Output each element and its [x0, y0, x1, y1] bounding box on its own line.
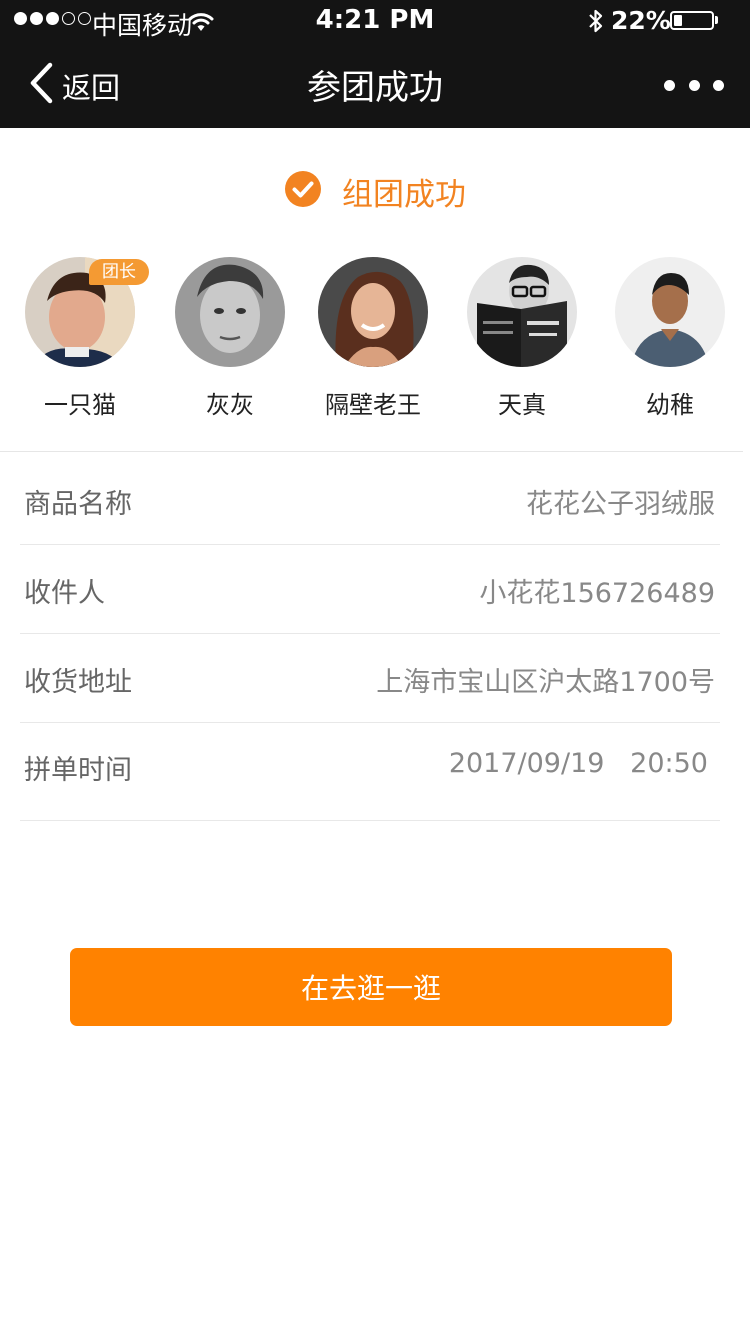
detail-row-product: 商品名称 花花公子羽绒服 [20, 456, 720, 545]
detail-label: 商品名称 [24, 489, 132, 520]
member-name: 幼稚 [646, 391, 694, 419]
detail-row-address: 收货地址 上海市宝山区沪太路1700号 [20, 634, 720, 723]
leader-badge: 团长 [89, 259, 149, 285]
more-dot [664, 79, 675, 91]
member-name: 天真 [498, 391, 546, 419]
detail-value: 小花花156726489 [479, 578, 715, 609]
more-dot [688, 79, 700, 91]
detail-row-recipient: 收件人 小花花156726489 [20, 545, 720, 634]
check-circle-icon [284, 170, 322, 212]
detail-label: 收件人 [24, 578, 105, 609]
bluetooth-icon [587, 8, 605, 40]
page-title: 参团成功 [307, 68, 443, 108]
result-banner: 组团成功 [0, 168, 750, 214]
detail-row-time: 拼单时间 2017/09/19 20:50 [20, 722, 720, 821]
browse-more-button[interactable]: 在去逛一逛 [70, 948, 672, 1026]
more-dots-icon[interactable] [664, 72, 724, 98]
detail-label: 拼单时间 [24, 755, 132, 786]
detail-value: 2017/09/19 20:50 [448, 748, 708, 779]
section-divider [0, 451, 743, 452]
result-text: 组团成功 [342, 176, 466, 213]
member-name: 灰灰 [206, 391, 254, 419]
battery-icon [670, 11, 714, 30]
top-bar: 中国移动 4:21 PM 22% 返回 参团成功 [0, 0, 750, 128]
status-bar: 中国移动 4:21 PM 22% [0, 0, 750, 40]
avatar [467, 257, 577, 367]
more-dot [713, 79, 724, 91]
detail-label: 收货地址 [24, 667, 132, 698]
avatar [175, 257, 285, 367]
battery-tip [715, 16, 718, 24]
detail-value: 花花公子羽绒服 [526, 489, 715, 520]
member-name: 隔壁老王 [325, 391, 421, 419]
battery-fill [674, 15, 682, 26]
avatar [318, 257, 428, 367]
detail-value: 上海市宝山区沪太路1700号 [376, 667, 715, 698]
avatar [615, 257, 725, 367]
member-name: 一只猫 [44, 391, 116, 419]
battery-percent: 22% [611, 6, 671, 35]
